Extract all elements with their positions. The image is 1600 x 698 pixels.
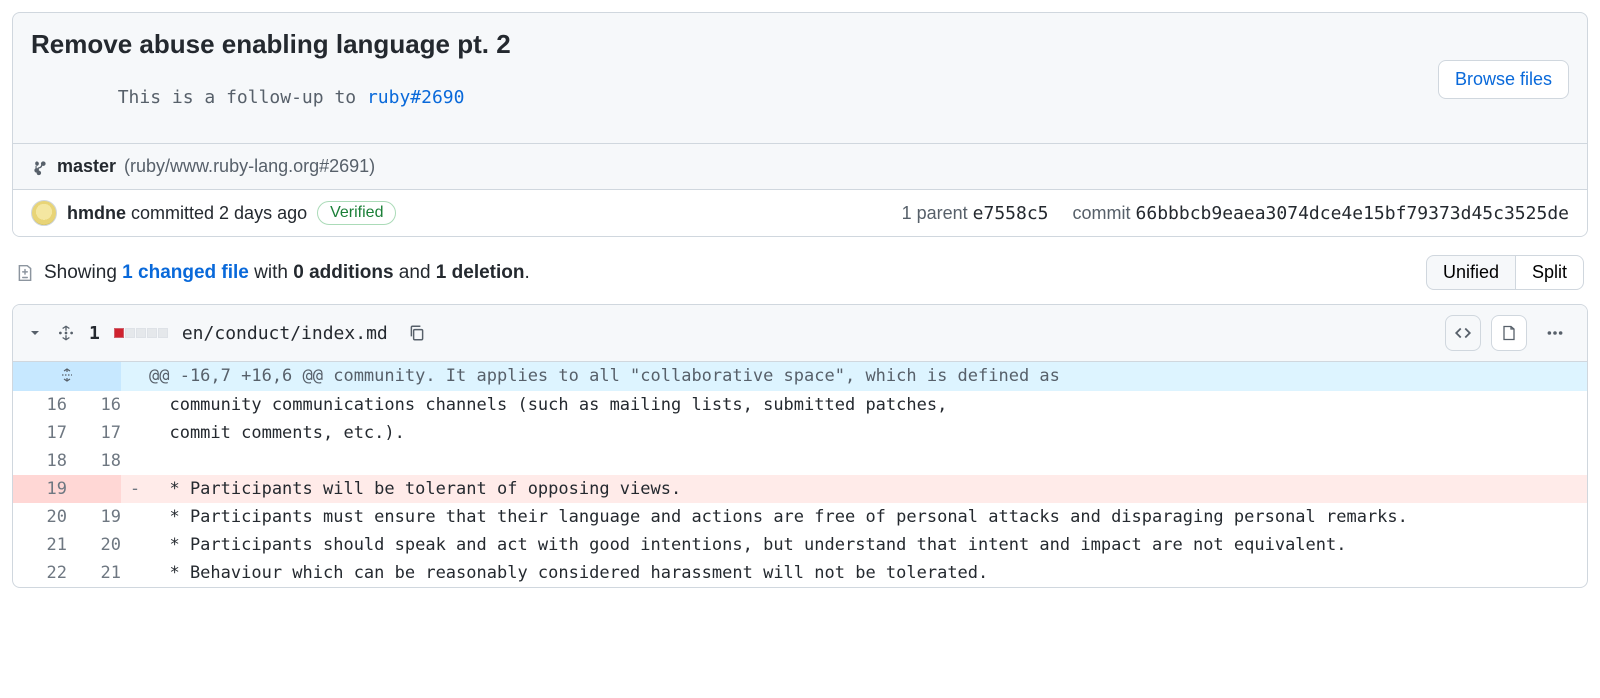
hunk-text: @@ -16,7 +16,6 @@ community. It applies … [149, 362, 1587, 391]
commit-box: Remove abuse enabling language pt. 2 Thi… [12, 12, 1588, 237]
file-box: 1 en/conduct/index.md [12, 304, 1588, 588]
split-button[interactable]: Split [1516, 255, 1584, 290]
commit-sha-block: commit 66bbbcb9eaea3074dce4e15bf79373d45… [1073, 203, 1569, 224]
hunk-header: @@ -16,7 +16,6 @@ community. It applies … [13, 362, 1587, 391]
diff-table: @@ -16,7 +16,6 @@ community. It applies … [13, 362, 1587, 587]
author-link[interactable]: hmdne [67, 203, 126, 223]
summary-with: with [249, 262, 293, 283]
commit-sha: 66bbbcb9eaea3074dce4e15bf79373d45c3525de [1136, 203, 1569, 224]
parent-block: 1 parent e7558c5 [902, 203, 1049, 224]
git-branch-icon [31, 158, 49, 176]
commit-meta-row: hmdne committed 2 days ago Verified 1 pa… [13, 189, 1587, 236]
avatar[interactable] [31, 200, 57, 226]
branch-row: master (ruby/www.ruby-lang.org#2691) [13, 143, 1587, 189]
chevron-down-icon[interactable] [27, 325, 43, 341]
view-source-button[interactable] [1445, 315, 1481, 351]
committed-text: committed 2 days ago [126, 203, 307, 223]
commit-desc-link[interactable]: ruby#2690 [367, 87, 465, 108]
browse-files-button[interactable]: Browse files [1438, 60, 1569, 99]
diff-summary-left: Showing 1 changed file with 0 additions … [16, 262, 530, 284]
commit-header: Remove abuse enabling language pt. 2 Thi… [13, 13, 1587, 143]
commit-title: Remove abuse enabling language pt. 2 [31, 29, 511, 60]
diffstat-del [114, 328, 124, 338]
summary-period: . [524, 262, 529, 283]
summary-and: and [394, 262, 436, 283]
parent-label: 1 parent [902, 203, 973, 223]
commit-meta-left: hmdne committed 2 days ago Verified [31, 200, 396, 226]
diffstat-ctx [125, 328, 135, 338]
summary-additions: 0 additions [293, 262, 393, 283]
diff-view-toggle: Unified Split [1426, 255, 1584, 290]
unified-button[interactable]: Unified [1426, 255, 1516, 290]
diff-line: 1818 [13, 447, 1587, 475]
diffstat [114, 328, 168, 338]
branch-ref: (ruby/www.ruby-lang.org#2691) [124, 156, 375, 177]
diffstat-ctx [147, 328, 157, 338]
author-block: hmdne committed 2 days ago [67, 203, 307, 224]
commit-meta-right: 1 parent e7558c5 commit 66bbbcb9eaea3074… [902, 203, 1569, 224]
file-diff-icon [16, 263, 34, 283]
diff-line: 1616 community communications channels (… [13, 391, 1587, 419]
diff-line: 2120 * Participants should speak and act… [13, 531, 1587, 559]
view-file-button[interactable] [1491, 315, 1527, 351]
diff-line: 2019 * Participants must ensure that the… [13, 503, 1587, 531]
commit-header-text: Remove abuse enabling language pt. 2 Thi… [31, 29, 511, 129]
file-header: 1 en/conduct/index.md [13, 305, 1587, 362]
diff-line: 2221 * Behaviour which can be reasonably… [13, 559, 1587, 587]
summary-text: Showing 1 changed file with 0 additions … [44, 262, 530, 284]
branch-name[interactable]: master [57, 156, 116, 177]
diff-line-deleted: 19- * Participants will be tolerant of o… [13, 475, 1587, 503]
file-menu-button[interactable] [1537, 315, 1573, 351]
expand-all-icon[interactable] [57, 324, 75, 342]
diffstat-ctx [136, 328, 146, 338]
copy-path-button[interactable] [402, 323, 432, 343]
commit-description: This is a follow-up to ruby#2690 [31, 66, 511, 129]
parent-sha[interactable]: e7558c5 [973, 203, 1049, 224]
expand-hunk[interactable] [13, 362, 121, 391]
file-change-count: 1 [89, 323, 100, 344]
verified-badge[interactable]: Verified [317, 201, 396, 225]
commit-label: commit [1073, 203, 1136, 223]
changed-files-link[interactable]: 1 changed file [122, 262, 249, 283]
diff-summary-row: Showing 1 changed file with 0 additions … [12, 237, 1588, 304]
diff-line: 1717 commit comments, etc.). [13, 419, 1587, 447]
file-actions [1445, 315, 1573, 351]
commit-desc-prefix: This is a follow-up to [118, 87, 367, 108]
diffstat-ctx [158, 328, 168, 338]
summary-showing: Showing [44, 262, 122, 283]
file-path[interactable]: en/conduct/index.md [182, 323, 388, 344]
summary-deletions: 1 deletion [436, 262, 525, 283]
